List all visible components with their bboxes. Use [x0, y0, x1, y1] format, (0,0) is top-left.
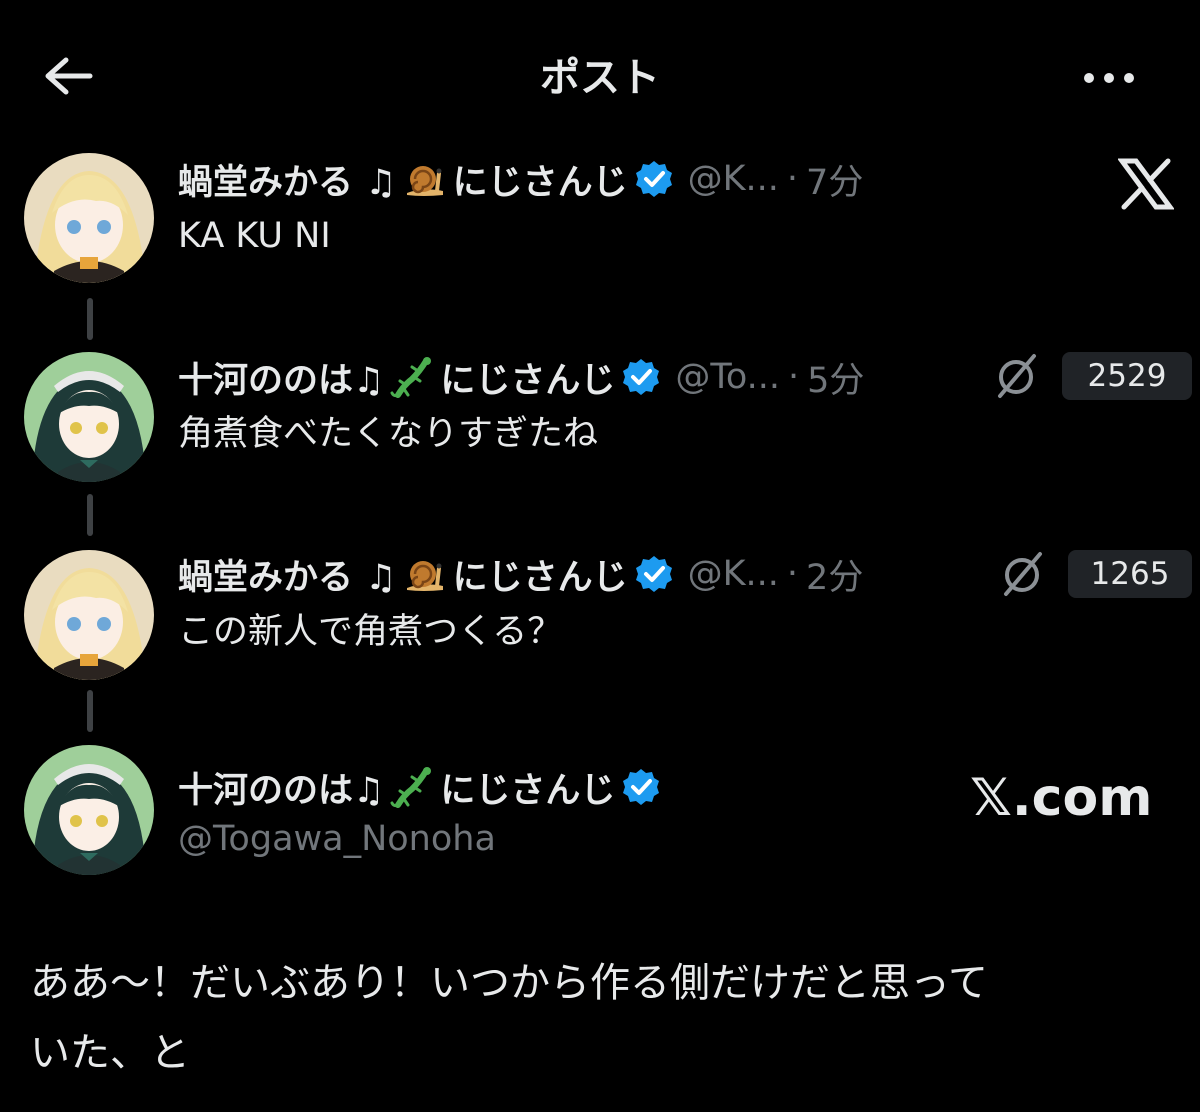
main-post-text-line: ああ～！だいぶあり！いつから作る側だけだと思って [30, 960, 988, 1006]
page-title: ポスト [540, 55, 660, 101]
avatar[interactable] [24, 550, 154, 680]
handle[interactable]: @K... [688, 554, 779, 594]
name-suffix: にじさんじ [440, 360, 616, 401]
post-text: この新人で角煮つくる？ [178, 612, 563, 652]
name-suffix: にじさんじ [452, 557, 628, 598]
verified-badge-icon [623, 769, 660, 805]
main-post-text-line: いた、と [30, 1030, 190, 1076]
display-name[interactable]: 蝸堂みかる ♫ [178, 549, 397, 600]
name-suffix: にじさんじ [440, 770, 616, 811]
more-horizontal-icon [1084, 73, 1134, 83]
verified-badge-icon [635, 556, 672, 592]
separator-dot: · [786, 159, 799, 199]
avatar[interactable] [24, 352, 154, 482]
handle[interactable]: @To... [675, 357, 780, 397]
lizard-emoji [390, 357, 432, 398]
verified-badge-icon [623, 359, 660, 395]
separator-dot: · [788, 357, 800, 397]
post-header: 十河ののは♫ にじさんじ @To... · 5分 [178, 348, 864, 406]
xcom-watermark: 𝕏.com [970, 768, 1153, 828]
handle[interactable]: @Togawa_Nonoha [178, 815, 496, 863]
post-text: 角煮食べたくなりすぎたね [178, 414, 599, 454]
grok-icon[interactable] [996, 548, 1048, 600]
post-header: 蝸堂みかる ♫ にじさんじ @K... · 2分 [178, 545, 863, 603]
avatar[interactable] [24, 153, 154, 283]
post-header: 蝸堂みかる ♫ にじさんじ @K... · 7分 [178, 150, 863, 208]
name-suffix: にじさんじ [452, 162, 628, 203]
count-badge: 1265 [1068, 550, 1192, 598]
thread-connector [87, 298, 93, 340]
timestamp[interactable]: 2分 [806, 549, 863, 600]
separator-dot: · [786, 554, 799, 594]
snail-emoji [406, 166, 443, 196]
lizard-emoji [390, 767, 432, 808]
thread-connector [87, 494, 93, 536]
display-name[interactable]: 蝸堂みかる ♫ [178, 154, 397, 205]
post-header: 十河ののは♫ にじさんじ [178, 758, 671, 816]
handle[interactable]: @K... [688, 159, 779, 199]
timestamp[interactable]: 5分 [807, 352, 864, 403]
count-badge: 2529 [1062, 352, 1192, 400]
grok-icon[interactable] [990, 350, 1042, 402]
avatar[interactable] [24, 745, 154, 875]
more-button[interactable] [1078, 56, 1140, 100]
display-name[interactable]: 十河ののは♫ [178, 352, 384, 403]
verified-badge-icon [635, 161, 672, 197]
main-post-text: ああ～！だいぶあり！いつから作る側だけだと思って いた、と [30, 948, 1180, 1088]
post-text: KA KU NI [178, 216, 331, 256]
x-logo-icon[interactable] [1118, 158, 1174, 210]
snail-emoji [406, 561, 443, 591]
timestamp[interactable]: 7分 [806, 154, 863, 205]
display-name[interactable]: 十河ののは♫ [178, 762, 384, 813]
thread-connector [87, 690, 93, 732]
